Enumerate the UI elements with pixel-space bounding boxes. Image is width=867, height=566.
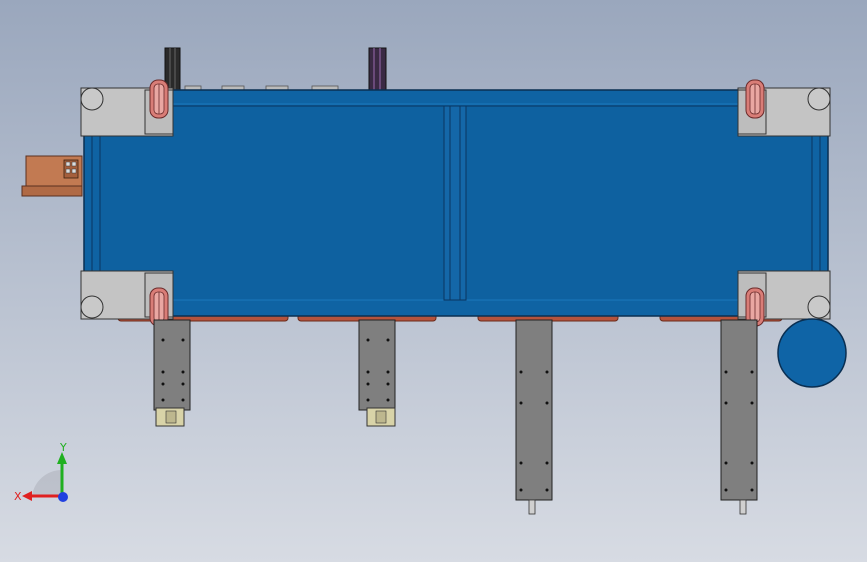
orientation-triad: Y X: [14, 441, 68, 503]
triad-plane: [32, 469, 62, 496]
top-post-right: [368, 47, 387, 91]
leg-long-1: [515, 319, 553, 515]
cad-viewport[interactable]: Y X: [0, 0, 867, 562]
leg-short-1: [153, 319, 191, 427]
y-axis-label: Y: [59, 441, 67, 454]
motor-disc: [777, 318, 847, 388]
side-control-box: [21, 155, 83, 197]
main-frame[interactable]: [83, 89, 829, 317]
leg-long-2: [720, 319, 758, 515]
wheel-top-left: [149, 79, 169, 119]
x-arrow: [22, 491, 32, 501]
z-axis-dot: [58, 492, 68, 502]
x-axis-label: X: [14, 490, 22, 503]
model-view[interactable]: [0, 0, 867, 562]
leg-short-2: [358, 319, 396, 427]
wheel-top-right: [745, 79, 765, 119]
